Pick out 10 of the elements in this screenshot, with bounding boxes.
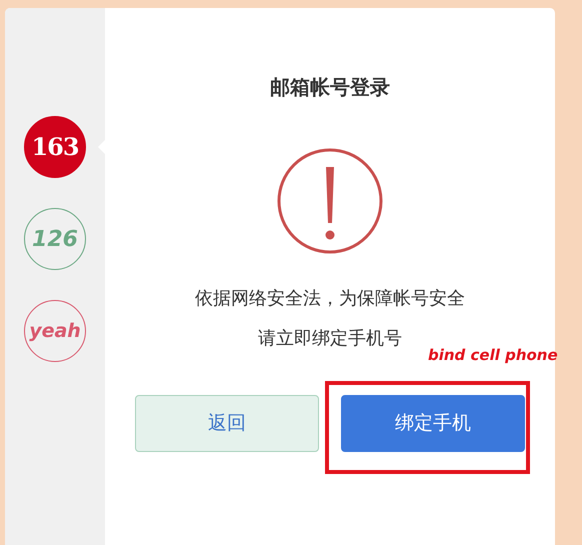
dialog-title: 邮箱帐号登录 (270, 74, 390, 101)
warning-icon (276, 147, 384, 255)
message-text: 依据网络安全法，为保障帐号安全 (195, 287, 465, 311)
mail-service-tab[interactable]: 126 (24, 208, 86, 270)
back-button[interactable]: 返回 (135, 395, 319, 452)
mail-service-tab[interactable]: 163 (24, 116, 86, 178)
message-text: 请立即绑定手机号 (258, 327, 402, 351)
bind-phone-button[interactable]: 绑定手机 (341, 395, 525, 452)
mail-service-tab[interactable]: yeah (24, 300, 86, 362)
annotation-text: bind cell phone (428, 345, 558, 366)
